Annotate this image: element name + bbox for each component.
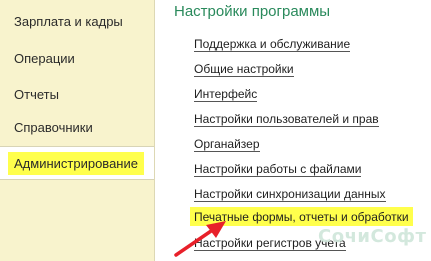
link-label: Общие настройки bbox=[194, 62, 294, 77]
sidebar-item-label: Справочники bbox=[14, 120, 93, 135]
sidebar: Зарплата и кадры Операции Отчеты Справоч… bbox=[0, 0, 155, 261]
watermark-logo: СочиСофт bbox=[318, 226, 427, 247]
sidebar-item-label: Администрирование bbox=[8, 152, 144, 175]
link-label: Настройки работы с файлами bbox=[194, 162, 362, 177]
link-file-settings[interactable]: Настройки работы с файлами bbox=[194, 161, 362, 177]
sidebar-item-label: Операции bbox=[14, 51, 75, 66]
link-support[interactable]: Поддержка и обслуживание bbox=[194, 36, 351, 52]
sidebar-item-references[interactable]: Справочники bbox=[0, 111, 154, 145]
sidebar-item-administration[interactable]: Администрирование bbox=[0, 146, 154, 180]
red-arrow-icon bbox=[174, 221, 226, 257]
link-label: Интерфейс bbox=[194, 87, 258, 102]
link-sync-settings[interactable]: Настройки синхронизации данных bbox=[194, 186, 386, 202]
sidebar-item-salary[interactable]: Зарплата и кадры bbox=[0, 5, 154, 39]
link-interface[interactable]: Интерфейс bbox=[194, 86, 258, 102]
link-label: Настройки синхронизации данных bbox=[194, 187, 386, 202]
sidebar-item-label: Отчеты bbox=[14, 87, 59, 102]
sidebar-item-reports[interactable]: Отчеты bbox=[0, 78, 154, 112]
app-window: Зарплата и кадры Операции Отчеты Справоч… bbox=[0, 0, 431, 261]
link-general-settings[interactable]: Общие настройки bbox=[194, 61, 294, 77]
link-users-rights[interactable]: Настройки пользователей и прав bbox=[194, 111, 379, 127]
sidebar-item-label: Зарплата и кадры bbox=[14, 14, 123, 29]
sidebar-item-operations[interactable]: Операции bbox=[0, 42, 154, 76]
link-label: Органайзер bbox=[194, 137, 260, 152]
link-label: Настройки пользователей и прав bbox=[194, 112, 379, 127]
page-title: Настройки программы bbox=[174, 3, 331, 20]
link-organizer[interactable]: Органайзер bbox=[194, 136, 260, 152]
link-label: Поддержка и обслуживание bbox=[194, 37, 351, 52]
